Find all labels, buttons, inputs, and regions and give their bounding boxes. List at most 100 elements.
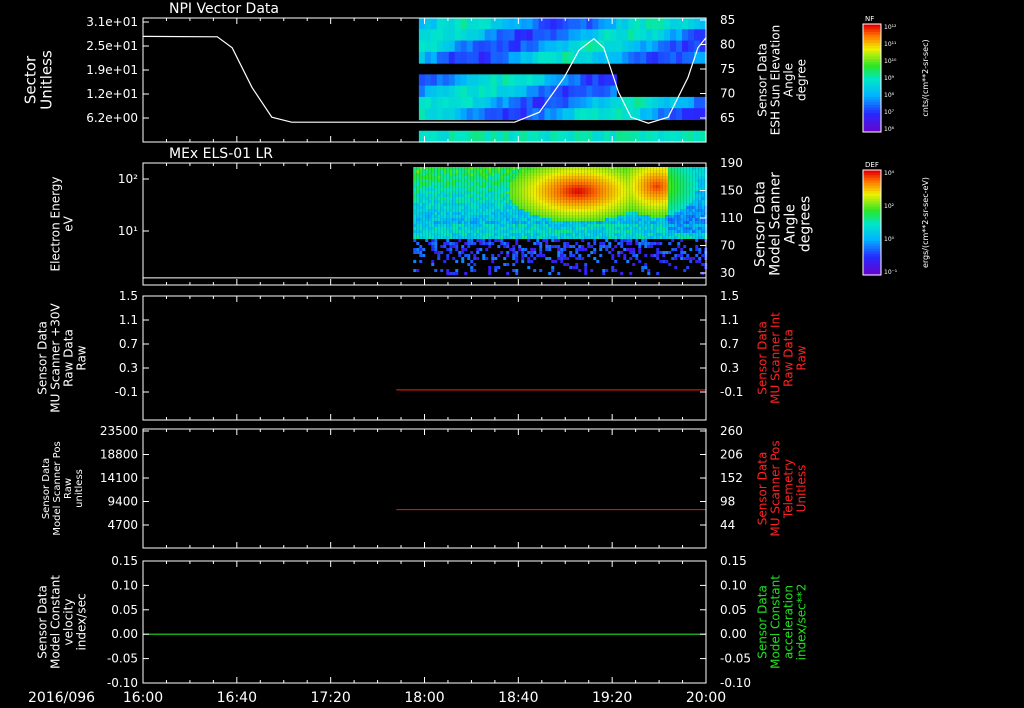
y-tick-label-left: 0.7 xyxy=(119,337,138,351)
els-cell xyxy=(653,224,657,227)
els-cell xyxy=(572,218,576,221)
els-cell xyxy=(665,224,669,227)
els-cell xyxy=(545,224,549,227)
els-cell xyxy=(464,188,468,191)
els-cell xyxy=(569,224,573,227)
els-cell xyxy=(449,194,453,197)
els-cell xyxy=(428,188,432,191)
npi-cell xyxy=(436,40,444,53)
els-cell xyxy=(425,191,429,194)
els-cell xyxy=(650,242,654,245)
npi-cell xyxy=(670,130,677,143)
els-cell xyxy=(503,227,507,230)
npi-cell xyxy=(562,40,570,53)
els-cell xyxy=(683,179,687,182)
els-cell xyxy=(503,257,507,260)
els-cell xyxy=(440,176,444,179)
els-cell xyxy=(668,206,672,209)
els-cell xyxy=(542,194,546,197)
els-cell xyxy=(602,224,606,227)
els-cell xyxy=(536,227,540,230)
els-cell xyxy=(653,185,657,188)
els-cell xyxy=(581,236,585,239)
npi-cell xyxy=(568,51,575,64)
els-cell xyxy=(440,194,444,197)
npi-cell xyxy=(652,96,659,109)
els-cell xyxy=(542,230,546,233)
els-cell xyxy=(638,167,642,170)
els-cell xyxy=(485,203,489,206)
els-cell xyxy=(638,236,642,239)
els-cell xyxy=(494,227,498,230)
els-cell xyxy=(548,212,552,215)
els-cell xyxy=(656,194,660,197)
els-cell xyxy=(626,167,630,170)
els-cell xyxy=(458,251,462,254)
els-cell xyxy=(578,167,582,170)
els-cell xyxy=(422,185,426,188)
els-cell xyxy=(602,245,606,248)
els-cell xyxy=(701,230,705,233)
els-cell xyxy=(416,200,420,203)
els-cell xyxy=(509,203,513,206)
els-cell xyxy=(659,167,663,170)
els-cell xyxy=(431,182,435,185)
els-cell xyxy=(581,167,585,170)
els-cell xyxy=(590,215,594,218)
els-cell xyxy=(584,203,588,206)
els-cell xyxy=(545,212,549,215)
left-axis-title-3: Sensor Data MU Scanner +30V Raw Data Raw xyxy=(36,303,89,413)
els-cell xyxy=(647,218,651,221)
els-cell xyxy=(566,167,570,170)
npi-cell xyxy=(538,74,546,87)
els-cell xyxy=(560,209,564,212)
els-cell xyxy=(575,218,579,221)
els-cell xyxy=(509,227,513,230)
npi-cell xyxy=(616,18,623,30)
els-cell xyxy=(527,239,531,242)
els-cell xyxy=(500,236,504,239)
els-cell xyxy=(554,218,558,221)
els-cell xyxy=(476,170,480,173)
els-cell xyxy=(470,233,474,236)
els-cell xyxy=(638,179,642,182)
els-cell xyxy=(632,194,636,197)
els-cell xyxy=(659,191,663,194)
els-cell xyxy=(557,215,561,218)
npi-cell xyxy=(616,29,623,42)
els-cell xyxy=(692,188,696,191)
right-axis-title-1-line: degree xyxy=(795,59,809,101)
right-axis-title-1-line: ESH Sun Elevation xyxy=(769,25,783,135)
els-cell xyxy=(614,227,618,230)
els-cell xyxy=(677,206,681,209)
els-cell xyxy=(677,245,681,248)
els-cell xyxy=(512,188,516,191)
els-cell xyxy=(656,188,660,191)
els-cell xyxy=(575,206,579,209)
els-cell xyxy=(473,257,477,260)
els-cell xyxy=(668,233,672,236)
right-axis-title-3-line: Sensor Data xyxy=(756,321,770,395)
els-cell xyxy=(515,221,519,224)
els-cell xyxy=(689,209,693,212)
els-cell xyxy=(449,272,453,275)
els-cell xyxy=(635,203,639,206)
els-cell xyxy=(536,188,540,191)
els-cell xyxy=(650,197,654,200)
els-cell xyxy=(449,245,453,248)
els-cell xyxy=(632,263,636,266)
npi-cell xyxy=(484,74,492,87)
els-cell xyxy=(665,188,669,191)
els-cell xyxy=(668,215,672,218)
els-cell xyxy=(491,206,495,209)
right-axis-title-1-line: Angle xyxy=(782,63,796,97)
els-cell xyxy=(455,212,459,215)
els-cell xyxy=(632,251,636,254)
els-cell xyxy=(470,230,474,233)
els-cell xyxy=(539,176,543,179)
els-cell xyxy=(578,245,582,248)
els-cell xyxy=(599,206,603,209)
els-cell xyxy=(647,203,651,206)
els-cell xyxy=(656,200,660,203)
els-cell xyxy=(479,194,483,197)
